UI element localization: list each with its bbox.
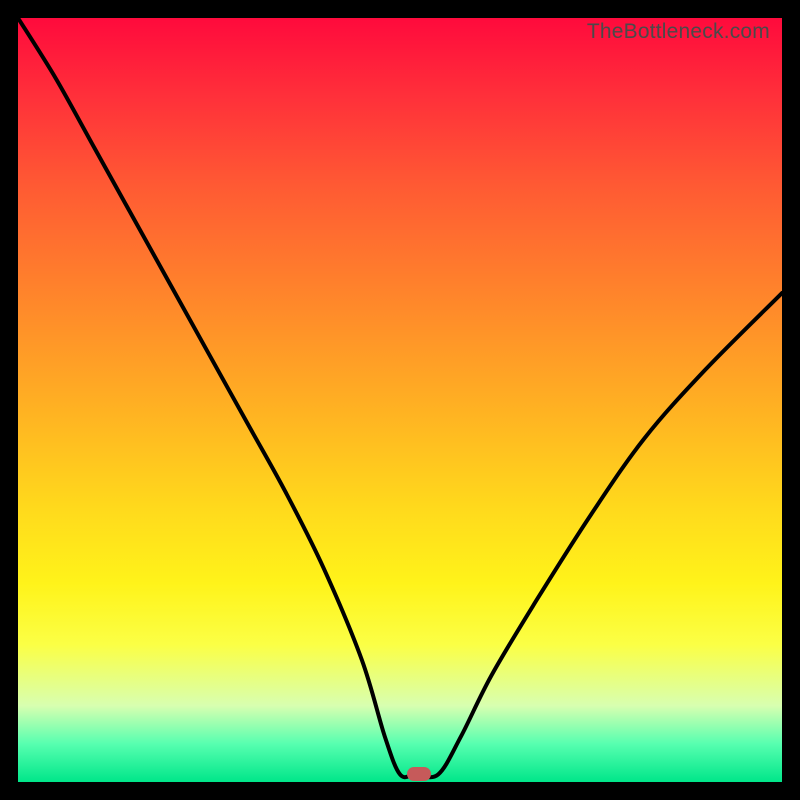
optimal-point-marker (407, 767, 431, 781)
chart-plot-area: TheBottleneck.com (18, 18, 782, 782)
curve-path (18, 18, 782, 777)
chart-frame: TheBottleneck.com (0, 0, 800, 800)
bottleneck-curve (18, 18, 782, 782)
